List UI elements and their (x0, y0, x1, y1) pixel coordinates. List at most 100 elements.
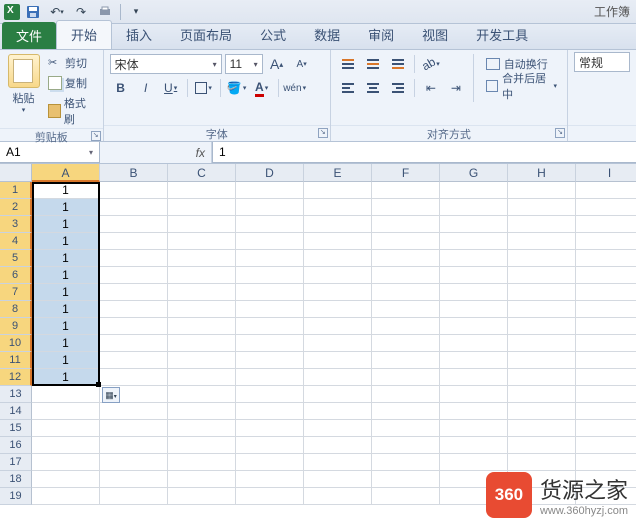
tab-developer[interactable]: 开发工具 (462, 21, 542, 49)
row-header-2[interactable]: 2 (0, 199, 32, 216)
cell-G5[interactable] (440, 250, 508, 267)
cell-D17[interactable] (236, 454, 304, 471)
cell-E15[interactable] (304, 420, 372, 437)
cell-E2[interactable] (304, 199, 372, 216)
borders-button[interactable]: ▾ (193, 78, 215, 98)
phonetic-button[interactable]: wén▾ (284, 78, 306, 98)
cell-C8[interactable] (168, 301, 236, 318)
cell-A10[interactable]: 1 (32, 335, 100, 352)
cell-G11[interactable] (440, 352, 508, 369)
cell-I13[interactable] (576, 386, 636, 403)
format-painter-button[interactable]: 格式刷 (45, 94, 97, 128)
cell-H16[interactable] (508, 437, 576, 454)
row-header-12[interactable]: 12 (0, 369, 32, 386)
grow-font-button[interactable]: A▴ (266, 54, 288, 74)
paste-button[interactable]: 粘贴 ▾ (6, 54, 41, 114)
cell-A19[interactable] (32, 488, 100, 505)
cell-F7[interactable] (372, 284, 440, 301)
cell-F17[interactable] (372, 454, 440, 471)
cell-F18[interactable] (372, 471, 440, 488)
cell-C18[interactable] (168, 471, 236, 488)
cell-A18[interactable] (32, 471, 100, 488)
cell-E9[interactable] (304, 318, 372, 335)
cell-E14[interactable] (304, 403, 372, 420)
tab-home[interactable]: 开始 (56, 20, 112, 49)
cell-A13[interactable] (32, 386, 100, 403)
cell-E12[interactable] (304, 369, 372, 386)
cell-A3[interactable]: 1 (32, 216, 100, 233)
cell-D18[interactable] (236, 471, 304, 488)
row-header-13[interactable]: 13 (0, 386, 32, 403)
cell-I5[interactable] (576, 250, 636, 267)
cell-I2[interactable] (576, 199, 636, 216)
excel-app-icon[interactable] (4, 4, 20, 20)
cell-A8[interactable]: 1 (32, 301, 100, 318)
cell-D14[interactable] (236, 403, 304, 420)
cell-C5[interactable] (168, 250, 236, 267)
row-header-7[interactable]: 7 (0, 284, 32, 301)
align-right-button[interactable] (387, 78, 409, 98)
row-header-19[interactable]: 19 (0, 488, 32, 505)
cell-D1[interactable] (236, 182, 304, 199)
decrease-indent-button[interactable]: ⇤ (420, 78, 442, 98)
cell-H8[interactable] (508, 301, 576, 318)
select-all-corner[interactable] (0, 164, 32, 182)
cell-C3[interactable] (168, 216, 236, 233)
tab-formulas[interactable]: 公式 (246, 21, 300, 49)
row-header-4[interactable]: 4 (0, 233, 32, 250)
cell-C9[interactable] (168, 318, 236, 335)
cell-D7[interactable] (236, 284, 304, 301)
cell-G1[interactable] (440, 182, 508, 199)
cell-C1[interactable] (168, 182, 236, 199)
cell-A15[interactable] (32, 420, 100, 437)
cell-I6[interactable] (576, 267, 636, 284)
col-header-A[interactable]: A (32, 164, 100, 182)
fx-icon[interactable]: fx (196, 146, 205, 160)
cell-B6[interactable] (100, 267, 168, 284)
tab-view[interactable]: 视图 (408, 21, 462, 49)
cell-H14[interactable] (508, 403, 576, 420)
cell-C19[interactable] (168, 488, 236, 505)
cell-E6[interactable] (304, 267, 372, 284)
col-header-F[interactable]: F (372, 164, 440, 182)
cell-I10[interactable] (576, 335, 636, 352)
cell-I17[interactable] (576, 454, 636, 471)
cell-A7[interactable]: 1 (32, 284, 100, 301)
cell-F11[interactable] (372, 352, 440, 369)
cell-G2[interactable] (440, 199, 508, 216)
row-header-8[interactable]: 8 (0, 301, 32, 318)
cell-I11[interactable] (576, 352, 636, 369)
cell-H10[interactable] (508, 335, 576, 352)
row-header-6[interactable]: 6 (0, 267, 32, 284)
cell-B4[interactable] (100, 233, 168, 250)
cell-G15[interactable] (440, 420, 508, 437)
orientation-button[interactable]: ab▾ (420, 54, 442, 74)
underline-button[interactable]: U▾ (160, 78, 182, 98)
cell-G17[interactable] (440, 454, 508, 471)
cell-F13[interactable] (372, 386, 440, 403)
cell-E16[interactable] (304, 437, 372, 454)
cell-B5[interactable] (100, 250, 168, 267)
cell-I15[interactable] (576, 420, 636, 437)
cell-E4[interactable] (304, 233, 372, 250)
cell-F10[interactable] (372, 335, 440, 352)
copy-button[interactable]: 复制 (45, 74, 97, 92)
cell-B15[interactable] (100, 420, 168, 437)
cell-E1[interactable] (304, 182, 372, 199)
cell-H11[interactable] (508, 352, 576, 369)
cell-E18[interactable] (304, 471, 372, 488)
cell-C4[interactable] (168, 233, 236, 250)
cell-F2[interactable] (372, 199, 440, 216)
cell-D2[interactable] (236, 199, 304, 216)
row-header-1[interactable]: 1 (0, 182, 32, 199)
save-button[interactable] (22, 2, 44, 22)
cell-I3[interactable] (576, 216, 636, 233)
cell-E10[interactable] (304, 335, 372, 352)
cell-F5[interactable] (372, 250, 440, 267)
col-header-I[interactable]: I (576, 164, 636, 182)
cell-E11[interactable] (304, 352, 372, 369)
cell-G16[interactable] (440, 437, 508, 454)
cell-B2[interactable] (100, 199, 168, 216)
row-header-18[interactable]: 18 (0, 471, 32, 488)
cell-I12[interactable] (576, 369, 636, 386)
